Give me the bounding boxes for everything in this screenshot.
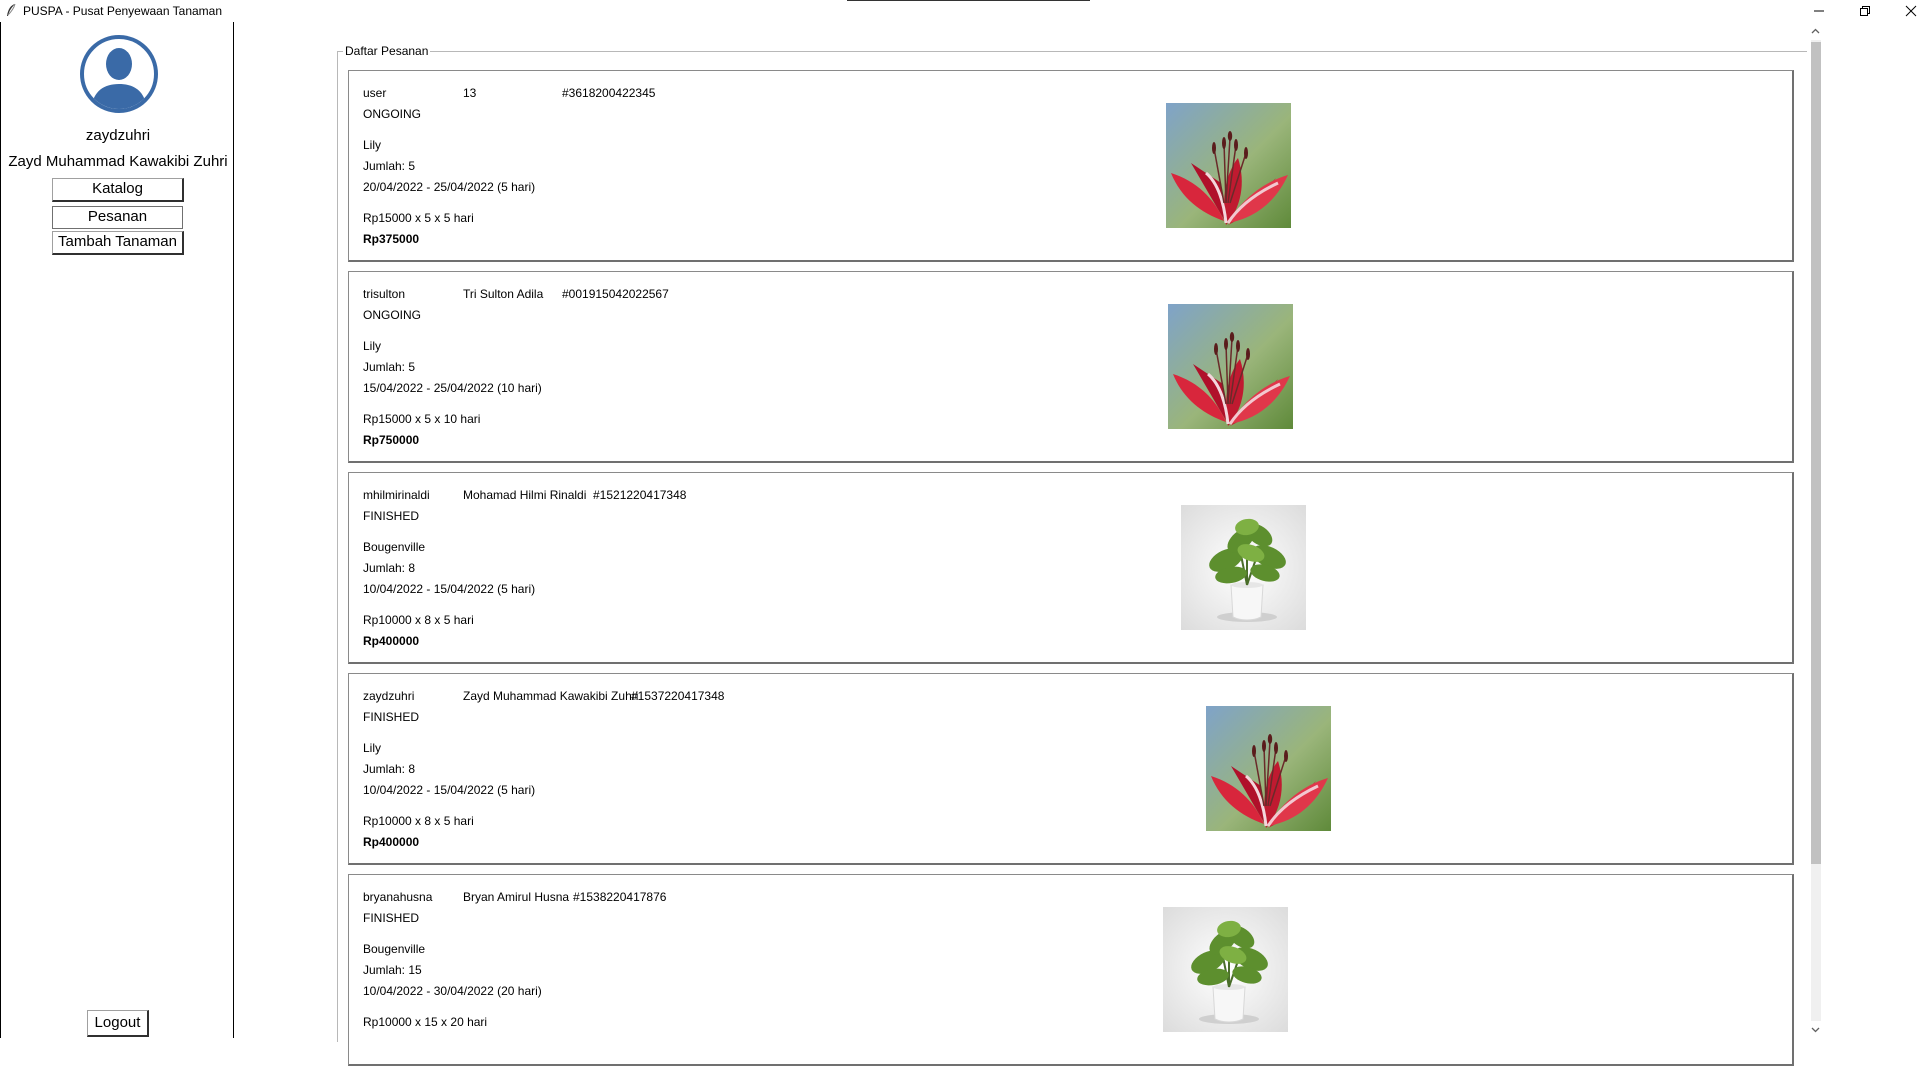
pesanan-button[interactable]: Pesanan bbox=[52, 206, 183, 229]
order-total: Rp400000 bbox=[363, 835, 420, 849]
order-customer-name: Bryan Amirul Husna bbox=[463, 890, 570, 904]
order-quantity: Jumlah: 5 bbox=[363, 159, 416, 173]
order-customer-name: Mohamad Hilmi Rinaldi bbox=[463, 488, 587, 502]
potted-plant-drawing bbox=[1181, 505, 1306, 630]
order-dates: 10/04/2022 - 15/04/2022 (5 hari) bbox=[363, 783, 536, 797]
order-card: mhilmirinaldi Mohamad Hilmi Rinaldi #152… bbox=[348, 472, 1794, 664]
vertical-scrollbar[interactable] bbox=[1807, 22, 1824, 1038]
order-username: mhilmirinaldi bbox=[363, 488, 430, 502]
katalog-button[interactable]: Katalog bbox=[52, 178, 184, 202]
order-dates: 20/04/2022 - 25/04/2022 (5 hari) bbox=[363, 180, 536, 194]
feather-icon bbox=[7, 3, 16, 16]
order-username: user bbox=[363, 86, 387, 100]
order-dates: 10/04/2022 - 30/04/2022 (20 hari) bbox=[363, 984, 542, 998]
order-calculation: Rp10000 x 8 x 5 hari bbox=[363, 814, 474, 828]
order-card: user 13 #3618200422345 ONGOING Lily Juml… bbox=[348, 70, 1794, 262]
order-status: ONGOING bbox=[363, 308, 422, 322]
order-total: Rp375000 bbox=[363, 232, 420, 246]
order-quantity: Jumlah: 5 bbox=[363, 360, 416, 374]
order-plant: Bougenville bbox=[363, 540, 426, 554]
potted-plant-drawing bbox=[1163, 907, 1288, 1032]
window-title: PUSPA - Pusat Penyewaan Tanaman bbox=[23, 4, 223, 18]
order-status: FINISHED bbox=[363, 911, 420, 925]
order-calculation: Rp10000 x 8 x 5 hari bbox=[363, 613, 474, 627]
order-card: trisulton Tri Sulton Adila #001915042022… bbox=[348, 271, 1794, 463]
order-quantity: Jumlah: 8 bbox=[363, 561, 416, 575]
orders-legend: Daftar Pesanan bbox=[343, 44, 431, 58]
lily-image bbox=[1168, 304, 1293, 429]
order-status: FINISHED bbox=[363, 509, 420, 523]
order-customer-name: Zayd Muhammad Kawakibi Zuhri bbox=[463, 689, 639, 703]
lily-image bbox=[1206, 706, 1331, 831]
order-calculation: Rp15000 x 5 x 10 hari bbox=[363, 412, 481, 426]
order-quantity: Jumlah: 15 bbox=[363, 963, 422, 977]
order-calculation: Rp10000 x 15 x 20 hari bbox=[363, 1015, 488, 1029]
minimize-button[interactable] bbox=[1796, 0, 1842, 22]
close-icon bbox=[1905, 5, 1917, 17]
order-username: bryanahusna bbox=[363, 890, 433, 904]
restore-icon bbox=[1860, 6, 1870, 16]
order-customer-name: 13 bbox=[463, 86, 477, 100]
restore-button[interactable] bbox=[1842, 0, 1888, 22]
chevron-down-icon bbox=[1811, 1027, 1820, 1032]
minimize-icon bbox=[1814, 10, 1824, 12]
lily-flower-drawing bbox=[1166, 103, 1291, 228]
order-customer-name: Tri Sulton Adila bbox=[463, 287, 544, 301]
scroll-down-button[interactable] bbox=[1807, 1021, 1824, 1038]
sidebar-fullname: Zayd Muhammad Kawakibi Zuhri bbox=[8, 153, 228, 170]
user-avatar-icon bbox=[80, 35, 158, 113]
order-dates: 10/04/2022 - 15/04/2022 (5 hari) bbox=[363, 582, 536, 596]
chevron-up-icon bbox=[1811, 28, 1820, 33]
order-username: zaydzuhri bbox=[363, 689, 415, 703]
order-id: #3618200422345 bbox=[562, 86, 656, 100]
order-total: Rp750000 bbox=[363, 433, 420, 447]
potted-plant-image bbox=[1181, 505, 1306, 630]
logout-button[interactable]: Logout bbox=[87, 1010, 149, 1037]
lily-flower-drawing bbox=[1206, 706, 1331, 831]
order-calculation: Rp15000 x 5 x 5 hari bbox=[363, 211, 474, 225]
order-plant: Lily bbox=[363, 741, 382, 755]
order-plant: Bougenville bbox=[363, 942, 426, 956]
lily-flower-drawing bbox=[1168, 304, 1293, 429]
tambah-tanaman-button[interactable]: Tambah Tanaman bbox=[52, 231, 184, 255]
sidebar: zaydzuhri Zayd Muhammad Kawakibi Zuhri K… bbox=[0, 22, 234, 1038]
close-button[interactable] bbox=[1888, 0, 1920, 22]
order-dates: 15/04/2022 - 25/04/2022 (10 hari) bbox=[363, 381, 542, 395]
order-id: #1537220417348 bbox=[631, 689, 725, 703]
order-plant: Lily bbox=[363, 138, 382, 152]
order-username: trisulton bbox=[363, 287, 406, 301]
order-plant: Lily bbox=[363, 339, 382, 353]
order-id: #1521220417348 bbox=[593, 488, 687, 502]
title-bar: PUSPA - Pusat Penyewaan Tanaman bbox=[0, 0, 1920, 22]
order-status: ONGOING bbox=[363, 107, 422, 121]
potted-plant-image bbox=[1163, 907, 1288, 1032]
scrollbar-thumb[interactable] bbox=[1811, 42, 1821, 864]
lily-image bbox=[1166, 103, 1291, 228]
order-card: bryanahusna Bryan Amirul Husna #15382204… bbox=[348, 874, 1794, 1066]
sidebar-username: zaydzuhri bbox=[85, 127, 151, 144]
top-divider bbox=[847, 0, 1090, 1]
order-id: #1538220417876 bbox=[573, 890, 667, 904]
order-card: zaydzuhri Zayd Muhammad Kawakibi Zuhri #… bbox=[348, 673, 1794, 865]
scroll-up-button[interactable] bbox=[1807, 22, 1824, 39]
order-quantity: Jumlah: 8 bbox=[363, 762, 416, 776]
order-total: Rp400000 bbox=[363, 634, 420, 648]
order-status: FINISHED bbox=[363, 710, 420, 724]
order-id: #001915042022567 bbox=[562, 287, 669, 301]
